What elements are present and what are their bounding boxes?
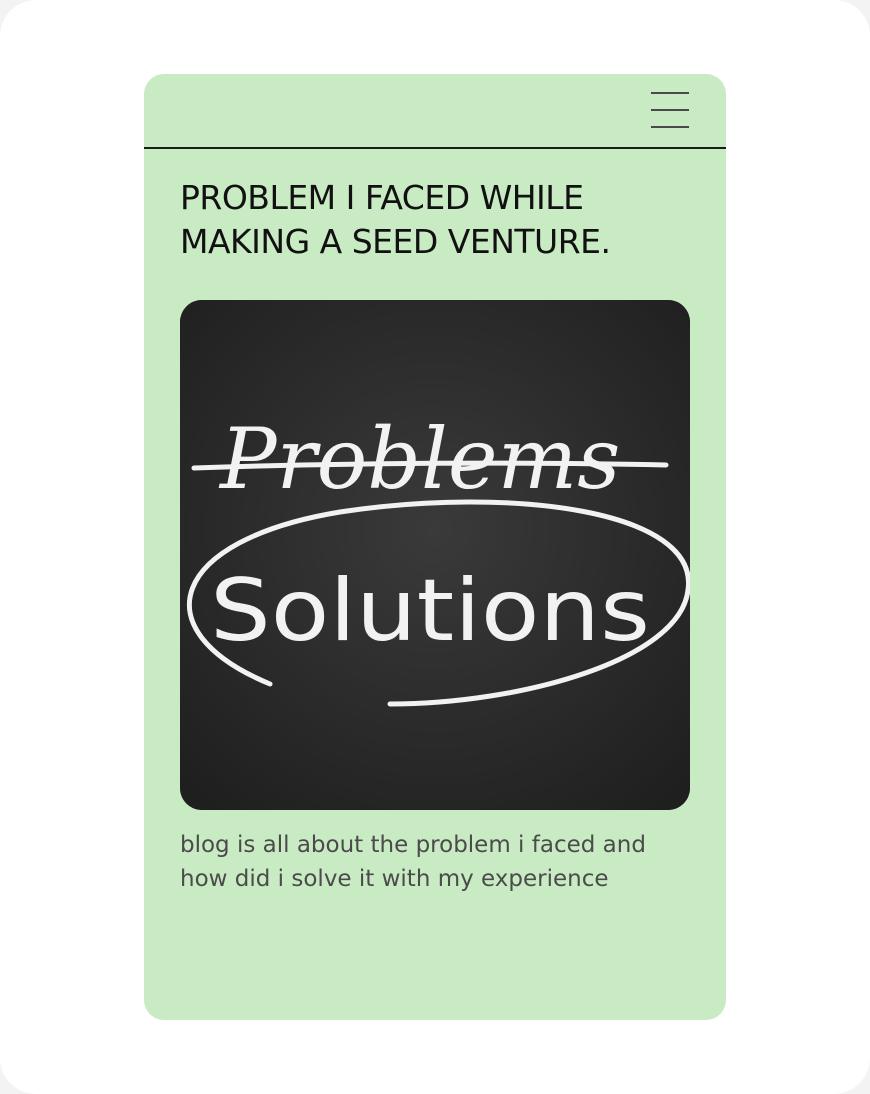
solutions-word: Solutions [210, 561, 650, 661]
header-divider [144, 147, 726, 149]
post-image: Problems Solutions [180, 300, 690, 810]
chalkboard-illustration: Problems Solutions [180, 300, 690, 810]
blog-card: PROBLEM I FACED WHILE MAKING A SEED VENT… [144, 74, 726, 1020]
menu-bar-middle [651, 109, 689, 111]
top-bar [144, 74, 726, 148]
menu-bar-top [651, 92, 689, 94]
app-frame: PROBLEM I FACED WHILE MAKING A SEED VENT… [0, 0, 870, 1094]
chalkboard-surface [180, 300, 690, 810]
problems-word: Problems [218, 410, 620, 508]
hamburger-menu-icon[interactable] [649, 90, 691, 130]
post-title: PROBLEM I FACED WHILE MAKING A SEED VENT… [180, 178, 611, 261]
menu-bar-bottom [651, 126, 689, 128]
post-description: blog is all about the problem i faced an… [180, 832, 646, 892]
